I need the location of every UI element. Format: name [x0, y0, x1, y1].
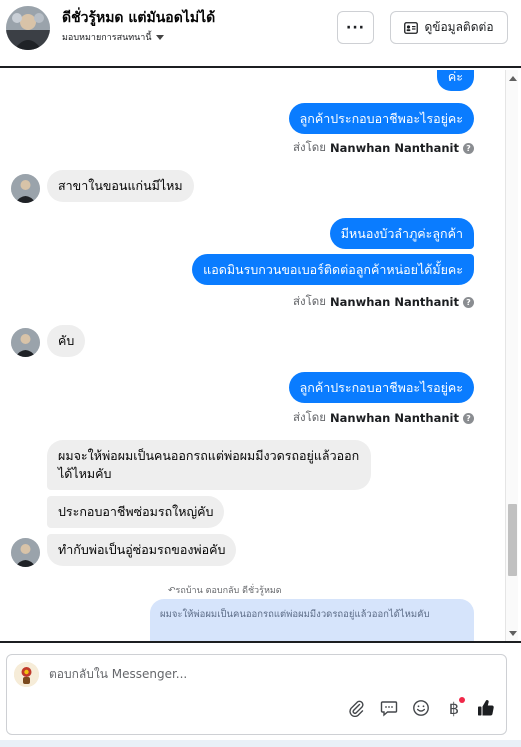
reply-preview-text: ผมจะให้พ่อผมเป็นคนออกรถแต่พ่อผมมีงวดรถอย… — [160, 609, 430, 620]
sent-by-prefix: ส่งโดย — [292, 140, 327, 154]
scroll-down-arrow-icon[interactable] — [509, 631, 517, 636]
scrollbar-thumb[interactable] — [508, 504, 517, 576]
incoming-message[interactable]: ทำกับพ่อเป็นอู่ซ่อมรถของพ่อคับ — [47, 534, 237, 566]
caret-down-icon — [155, 34, 164, 40]
conversation-header: ดีชั่วรู้หมด แต่มันอดไม่ได้ มอบหมายการสน… — [0, 0, 521, 68]
contact-avatar-small[interactable] — [11, 538, 40, 567]
outgoing-message[interactable]: มีหนองบัวลำภูค่ะลูกค้า — [329, 218, 474, 249]
saved-reply-icon[interactable] — [378, 697, 400, 719]
sent-by-label: ส่งโดย Nanwhan Nanthanit ? — [293, 139, 474, 157]
emoji-icon[interactable] — [410, 697, 432, 719]
help-icon[interactable]: ? — [463, 296, 474, 308]
incoming-message[interactable]: ประกอบอาชีพซ่อมรถใหญ่คับ — [47, 496, 225, 528]
notification-dot — [459, 697, 465, 703]
scrollbar[interactable] — [505, 70, 518, 642]
message-text: ผมจะให้พ่อผมเป็นคนออกรถแต่พ่อผมมีงวดรถอย… — [58, 448, 360, 481]
message-text: ค่ะ — [447, 70, 463, 84]
view-contact-info-button[interactable]: ดูข้อมูลติดต่อ — [390, 11, 508, 44]
message-thread[interactable]: ค่ะ ลูกค้าประกอบอาชีพอะไรอยู่คะ ส่งโดย N… — [0, 70, 521, 642]
incoming-message[interactable]: ผมจะให้พ่อผมเป็นคนออกรถแต่พ่อผมมีงวดรถอย… — [47, 440, 371, 490]
help-icon[interactable]: ? — [463, 412, 474, 424]
assign-label: มอบหมายการสนทนานี้ — [62, 33, 152, 43]
outgoing-message[interactable]: แอดมินรบกวนขอเบอร์ติดต่อลูกค้าหน่อยได้มั… — [192, 254, 474, 285]
thumbs-up-icon[interactable] — [475, 697, 497, 719]
contact-name[interactable]: ดีชั่วรู้หมด แต่มันอดไม่ได้ — [62, 7, 215, 29]
incoming-message[interactable]: สาขาในขอนแก่นมีไหม — [47, 170, 194, 202]
contact-avatar-small[interactable] — [11, 328, 40, 357]
contact-info-label: ดูข้อมูลติดต่อ — [424, 20, 494, 34]
message-text: สาขาในขอนแก่นมีไหม — [58, 178, 183, 193]
outgoing-message[interactable]: ค่ะ — [436, 70, 474, 91]
message-input[interactable] — [49, 667, 489, 681]
outgoing-message[interactable]: ลูกค้าประกอบอาชีพอะไรอยู่คะ — [288, 103, 474, 134]
sender-name: Nanwhan Nanthanit — [330, 141, 459, 155]
message-text: ทำกับพ่อเป็นอู่ซ่อมรถของพ่อคับ — [58, 542, 226, 557]
contact-avatar[interactable] — [6, 6, 50, 50]
message-text: มีหนองบัวลำภูค่ะลูกค้า — [340, 226, 463, 241]
paperclip-icon[interactable] — [345, 697, 367, 719]
message-text: ประกอบอาชีพซ่อมรถใหญ่คับ — [58, 504, 214, 519]
replied-message-preview[interactable]: ผมจะให้พ่อผมเป็นคนออกรถแต่พ่อผมมีงวดรถอย… — [150, 599, 474, 642]
help-icon[interactable]: ? — [463, 142, 474, 154]
contact-card-icon — [404, 21, 419, 34]
sender-name: Nanwhan Nanthanit — [330, 411, 459, 425]
outgoing-message[interactable]: ลูกค้าประกอบอาชีพอะไรอยู่คะ — [288, 372, 474, 403]
message-text: แอดมินรบกวนขอเบอร์ติดต่อลูกค้าหน่อยได้มั… — [203, 262, 463, 277]
sent-by-label: ส่งโดย Nanwhan Nanthanit ? — [293, 293, 474, 311]
incoming-message[interactable]: คับ — [47, 325, 86, 357]
sent-by-prefix: ส่งโดย — [292, 294, 327, 308]
reply-composer: ฿ — [6, 654, 507, 735]
message-text: ลูกค้าประกอบอาชีพอะไรอยู่คะ — [299, 111, 463, 126]
sent-by-prefix: ส่งโดย — [292, 410, 327, 424]
composer-divider — [0, 641, 521, 643]
contact-avatar-small[interactable] — [11, 174, 40, 203]
baht-icon[interactable]: ฿ — [443, 697, 465, 719]
sent-by-label: ส่งโดย Nanwhan Nanthanit ? — [293, 409, 474, 427]
message-text: คับ — [58, 333, 75, 348]
assign-conversation-dropdown[interactable]: มอบหมายการสนทนานี้ — [62, 30, 164, 44]
reply-context-label: ↶รถบ้าน ตอบกลับ ดีชั่วรู้หมด — [168, 586, 282, 596]
message-text: ลูกค้าประกอบอาชีพอะไรอยู่คะ — [299, 380, 463, 395]
page-avatar — [14, 662, 39, 687]
more-label: ··· — [346, 19, 365, 36]
scroll-up-arrow-icon[interactable] — [509, 76, 517, 81]
sender-name: Nanwhan Nanthanit — [330, 295, 459, 309]
more-options-button[interactable]: ··· — [337, 11, 374, 44]
bottom-edge — [0, 740, 521, 747]
baht-symbol: ฿ — [448, 698, 460, 718]
